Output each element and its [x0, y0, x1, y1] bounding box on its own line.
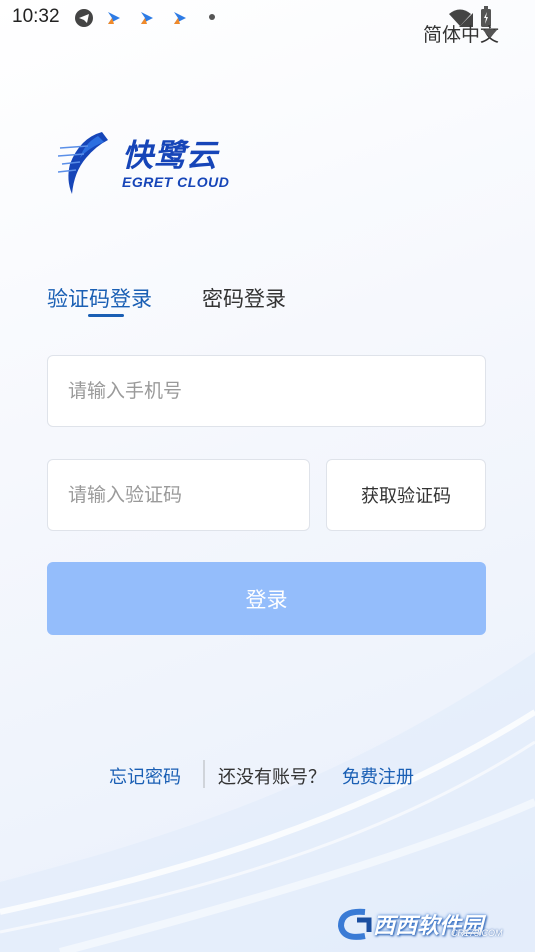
- notification-icon: [108, 12, 120, 24]
- notification-icon: [174, 12, 186, 24]
- tab-sms-code-login[interactable]: 验证码登录: [47, 283, 152, 313]
- telegram-icon: [75, 9, 93, 27]
- tab-password-login[interactable]: 密码登录: [202, 283, 286, 313]
- status-time: 10:32: [12, 6, 60, 27]
- egret-wing-icon: [58, 132, 108, 194]
- watermark: 西西软件园 CR173.COM: [335, 906, 513, 942]
- chevron-down-icon: [483, 30, 497, 38]
- active-tab-indicator: [88, 314, 124, 317]
- phone-input[interactable]: [47, 355, 486, 427]
- register-link[interactable]: 免费注册: [342, 763, 414, 789]
- watermark-logo-icon: [337, 908, 372, 940]
- notification-icon: [141, 12, 153, 24]
- app-logo: 快鹭云 EGRET CLOUD: [58, 128, 248, 198]
- forgot-password-link[interactable]: 忘记密码: [109, 763, 181, 789]
- get-code-button[interactable]: 获取验证码: [326, 459, 486, 531]
- more-dot-icon: [209, 14, 215, 20]
- footer-divider: [203, 760, 205, 788]
- logo-english-name: EGRET CLOUD: [122, 174, 230, 190]
- verification-code-input[interactable]: [47, 459, 310, 531]
- no-account-text: 还没有账号？: [218, 767, 326, 788]
- login-button[interactable]: 登录: [47, 562, 486, 635]
- watermark-subtext: CR173.COM: [451, 928, 503, 938]
- footer-links: 忘记密码 还没有账号？ 免费注册: [0, 760, 535, 790]
- logo-chinese-name: 快鹭云: [122, 138, 218, 174]
